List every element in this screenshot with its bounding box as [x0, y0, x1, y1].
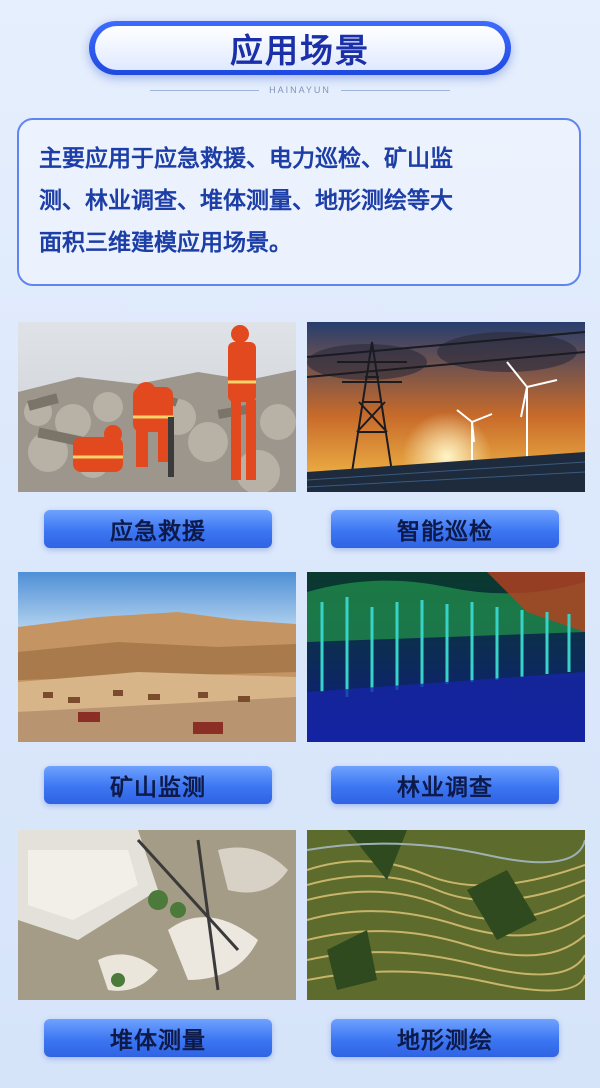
scene-label-rescue: 应急救援	[44, 510, 272, 548]
divider	[340, 89, 450, 91]
scene-label-forestry: 林业调查	[331, 766, 559, 804]
power-image	[307, 322, 585, 492]
stockpile-image	[18, 830, 296, 1000]
description-line: 测、林业调查、堆体测量、地形测绘等大	[39, 188, 453, 214]
divider	[150, 89, 260, 91]
brand-row: HAINAYUN	[150, 82, 450, 98]
description-line: 面积三维建模应用场景。	[39, 230, 292, 256]
description-card: 主要应用于应急救援、电力巡检、矿山监 测、林业调查、堆体测量、地形测绘等大 面积…	[17, 118, 581, 286]
scene-label-terrain: 地形测绘	[331, 1019, 559, 1057]
brand-text: HAINAYUN	[269, 85, 331, 95]
title-inner: 应用场景	[95, 26, 505, 70]
scene-label-inspection: 智能巡检	[331, 510, 559, 548]
scene-label-stockpile: 堆体测量	[44, 1019, 272, 1057]
description-line: 主要应用于应急救援、电力巡检、矿山监	[39, 146, 453, 172]
mine-image	[18, 572, 296, 742]
terrain-image	[307, 830, 585, 1000]
rescue-image	[18, 322, 296, 492]
title-banner: 应用场景	[89, 21, 511, 75]
scene-label-mine: 矿山监测	[44, 766, 272, 804]
page-title: 应用场景	[230, 31, 370, 70]
forest-image	[307, 572, 585, 742]
